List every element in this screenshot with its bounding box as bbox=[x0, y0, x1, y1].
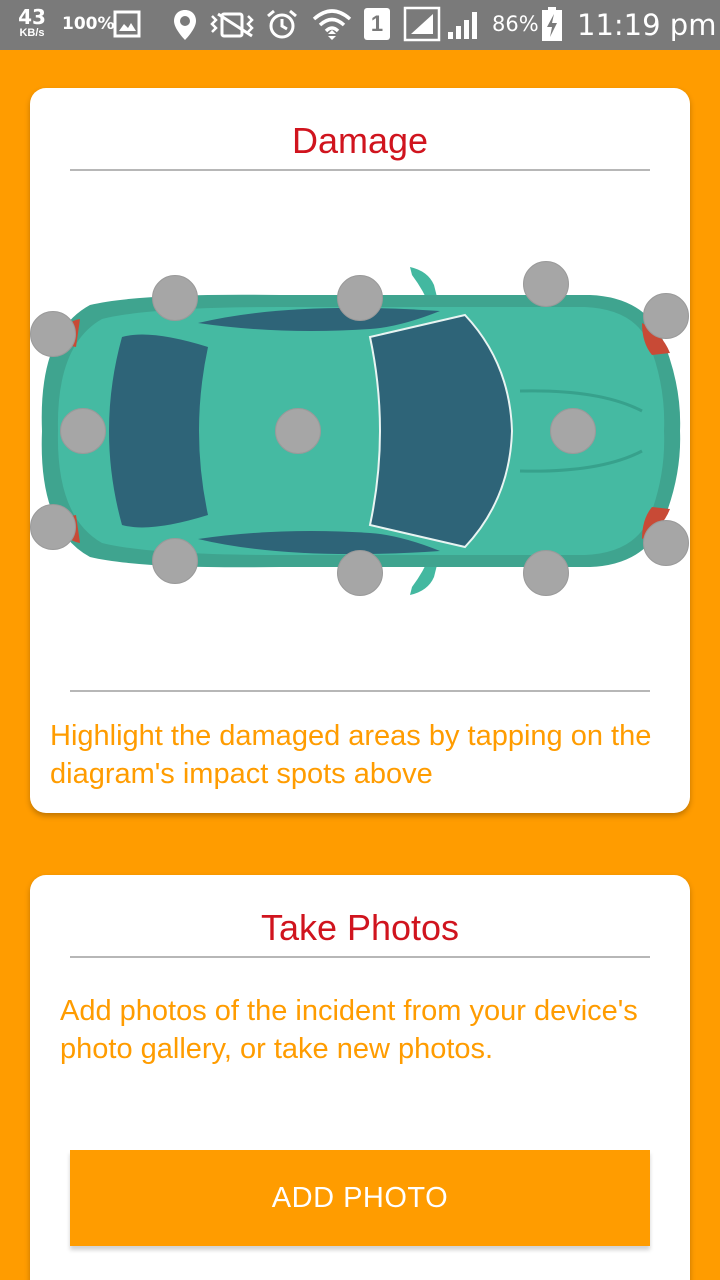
impact-spot-right-rear-side[interactable] bbox=[152, 538, 198, 584]
add-photo-button[interactable]: ADD PHOTO bbox=[70, 1150, 650, 1246]
impact-spot-left-front-side[interactable] bbox=[523, 261, 569, 307]
impact-spot-right-front-side[interactable] bbox=[523, 550, 569, 596]
signal-icon bbox=[448, 12, 477, 39]
photos-hint: Add photos of the incident from your dev… bbox=[60, 995, 638, 1065]
impact-spot-rear-right-corner[interactable] bbox=[30, 504, 76, 550]
location-icon bbox=[174, 10, 196, 40]
damage-title-divider bbox=[70, 169, 650, 171]
status-bar: 43 KB/s 100% 1 86% 11:19 pm bbox=[0, 0, 720, 50]
impact-spot-right-door[interactable] bbox=[337, 550, 383, 596]
impact-spot-front-left-corner[interactable] bbox=[643, 293, 689, 339]
impact-spot-rear-left-corner[interactable] bbox=[30, 311, 76, 357]
damage-card: Damage Highlight the damaged areas by ta… bbox=[30, 88, 690, 813]
sim-slot-number: 1 bbox=[370, 11, 384, 36]
damage-title: Damage bbox=[291, 120, 429, 161]
impact-spot-front-right-corner[interactable] bbox=[643, 520, 689, 566]
vibrate-icon bbox=[210, 12, 254, 38]
damage-hint: Highlight the damaged areas by tapping o… bbox=[50, 720, 652, 790]
battery-charging-icon bbox=[542, 7, 562, 41]
signal-box-icon bbox=[403, 6, 441, 42]
network-speed-unit: KB/s bbox=[19, 27, 45, 39]
photos-title: Take Photos bbox=[260, 907, 460, 948]
car-diagram bbox=[30, 261, 690, 703]
damage-bottom-divider bbox=[70, 690, 650, 692]
impact-spot-hood[interactable] bbox=[550, 408, 596, 454]
alarm-icon bbox=[267, 9, 297, 39]
impact-spot-left-door[interactable] bbox=[337, 275, 383, 321]
network-speed-value: 43 bbox=[18, 5, 46, 29]
network-speed: 43 KB/s bbox=[14, 7, 50, 39]
wifi-icon bbox=[312, 9, 352, 40]
clock: 11:19 pm bbox=[577, 8, 717, 42]
battery-percent: 86% bbox=[492, 12, 539, 36]
image-icon bbox=[113, 10, 141, 38]
photos-title-divider bbox=[70, 956, 650, 958]
sim-icon: 1 bbox=[364, 8, 390, 40]
car-top-view-icon bbox=[41, 267, 681, 595]
photos-card: Take Photos Add photos of the incident f… bbox=[30, 875, 690, 1280]
impact-spot-rear-center[interactable] bbox=[60, 408, 106, 454]
impact-spot-left-rear-side[interactable] bbox=[152, 275, 198, 321]
data-saver-percent: 100% bbox=[62, 14, 115, 34]
impact-spot-roof[interactable] bbox=[275, 408, 321, 454]
